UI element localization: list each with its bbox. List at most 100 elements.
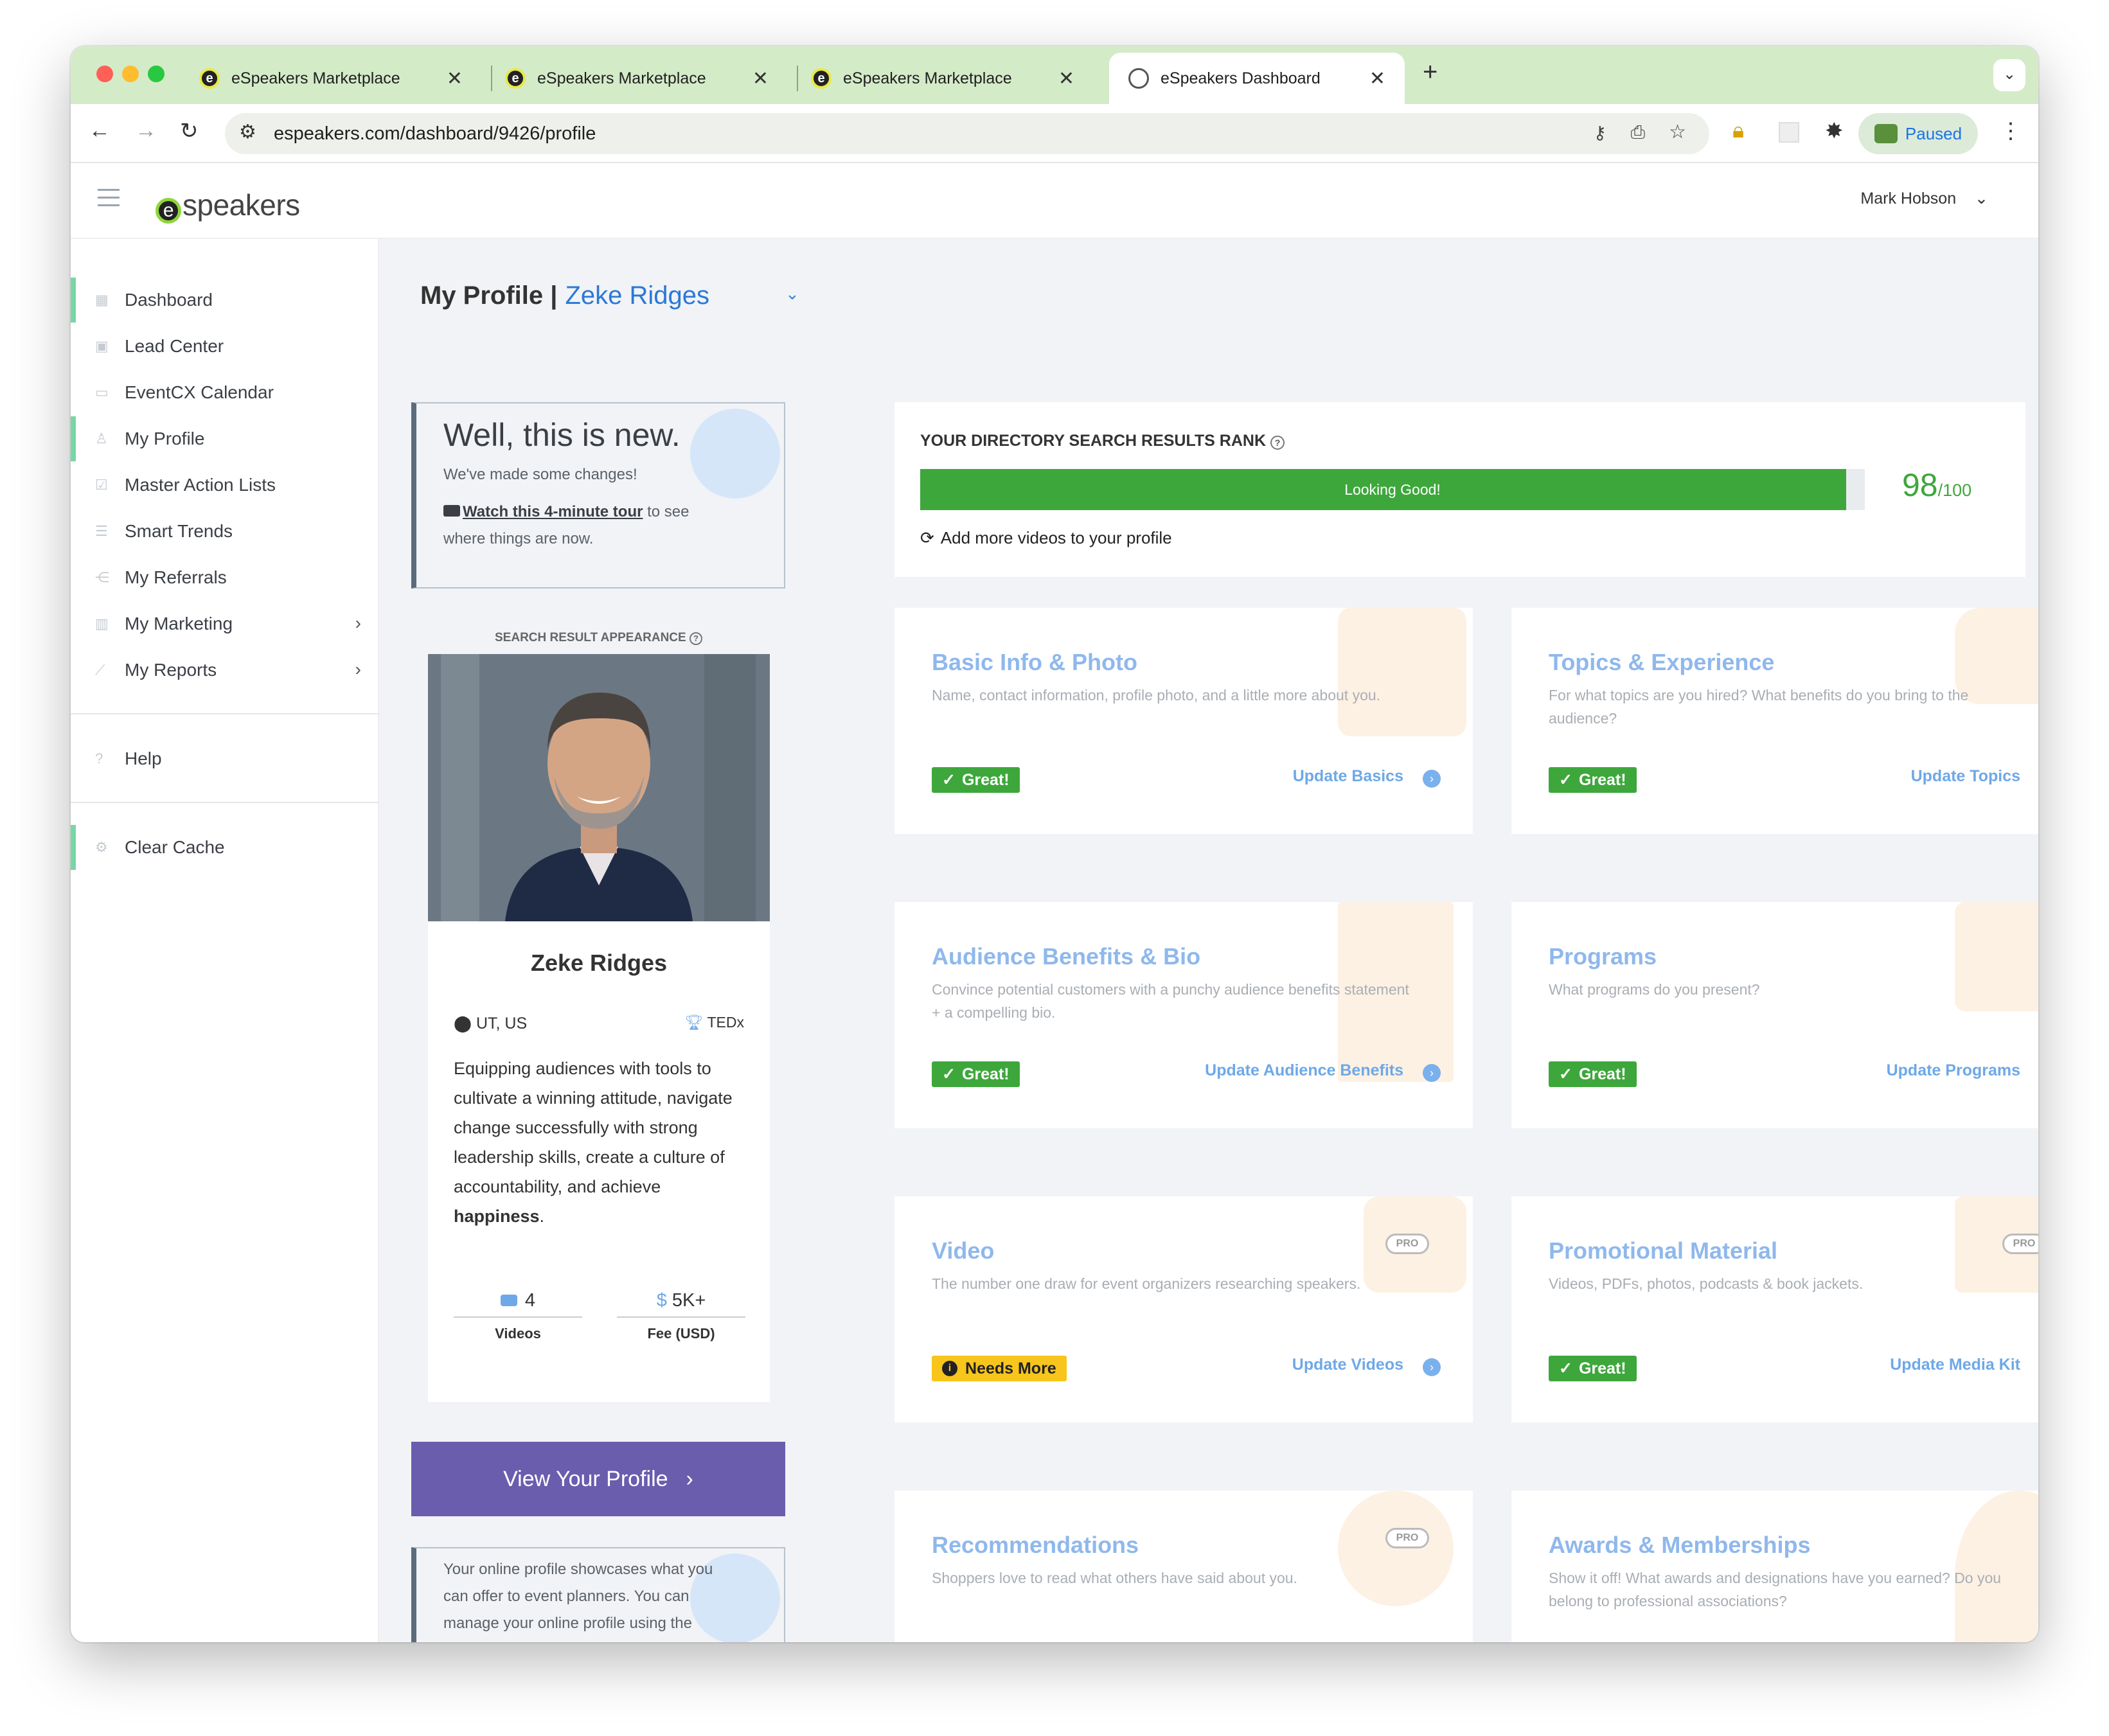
section-update-link[interactable]: Update Topics	[1911, 767, 2020, 786]
section-card-topics-experience[interactable]: Topics & Experience For what topics are …	[1511, 608, 2038, 834]
inbox-icon: ▣	[95, 338, 109, 354]
profile-info-notice: Your online profile showcases what you c…	[411, 1547, 785, 1642]
section-title: Recommendations	[932, 1532, 1139, 1558]
sidebar-item-clear-cache[interactable]: ⚙ Clear Cache	[71, 825, 379, 870]
maximize-window-button[interactable]	[148, 66, 165, 82]
page-title: My Profile | Zeke Ridges	[420, 281, 710, 310]
section-description: Shoppers love to read what others have s…	[932, 1570, 1297, 1586]
section-update-link[interactable]: Update Media Kit	[1890, 1356, 2020, 1374]
sidebar-item-my-referrals[interactable]: ⋲ My Referrals	[71, 555, 379, 600]
sidebar-item-dashboard[interactable]: ▦ Dashboard	[71, 278, 379, 323]
question-icon: ?	[95, 750, 103, 766]
section-card-programs[interactable]: Programs What programs do you present? ✓…	[1511, 902, 2038, 1128]
section-status-badge: ✓ Great!	[932, 767, 1020, 793]
close-tab-icon[interactable]: ✕	[1369, 67, 1385, 90]
section-title: Video	[932, 1237, 995, 1264]
section-update-link[interactable]: Update Programs	[1887, 1061, 2020, 1080]
close-tab-icon[interactable]: ✕	[752, 67, 769, 90]
sidebar: ▦ Dashboard ▣ Lead Center ▭ EventCX Cale…	[71, 239, 379, 1642]
info-circle-icon[interactable]: ?	[689, 632, 702, 645]
profile-selector[interactable]: Zeke Ridges	[565, 281, 709, 310]
address-bar[interactable]: ⚙ espeakers.com/dashboard/9426/profile ⚷…	[225, 113, 1709, 154]
section-description: What programs do you present?	[1549, 981, 1760, 998]
section-card-basic-info-photo[interactable]: Basic Info & Photo Name, contact informa…	[894, 608, 1473, 834]
section-card-recommendations[interactable]: PRO Recommendations Shoppers love to rea…	[894, 1491, 1473, 1642]
user-menu[interactable]: Mark Hobson ⌄	[1860, 189, 1988, 208]
trophy-icon: 🏆︎	[684, 1014, 704, 1031]
close-tab-icon[interactable]: ✕	[1058, 67, 1074, 90]
section-card-audience-benefits-bio[interactable]: Audience Benefits & Bio Convince potenti…	[894, 902, 1473, 1128]
close-tab-icon[interactable]: ✕	[447, 67, 463, 90]
sidebar-item-smart-trends[interactable]: ☰ Smart Trends	[71, 509, 379, 554]
espeakers-logo[interactable]: e speakers	[156, 188, 300, 224]
section-update-link[interactable]: Update Audience Benefits	[1205, 1061, 1403, 1080]
list-icon: ☰	[95, 523, 108, 539]
section-description: Show it off! What awards and designation…	[1549, 1570, 2002, 1609]
section-description: The number one draw for event organizers…	[932, 1275, 1361, 1292]
info-circle-icon[interactable]: ?	[1270, 436, 1285, 450]
share-icon: ⋲	[95, 569, 109, 585]
section-update-link[interactable]: Update Videos	[1292, 1356, 1403, 1374]
forward-arrow-icon[interactable]: →	[135, 118, 157, 143]
tab-dashboard[interactable]: eSpeakers Dashboard ✕	[1109, 53, 1405, 104]
tab-marketplace-1[interactable]: e eSpeakers Marketplace ✕	[180, 53, 482, 104]
tab-search-button[interactable]: ⌄	[1993, 59, 2025, 91]
rank-tip[interactable]: ⟳ Add more videos to your profile	[920, 528, 1172, 548]
sidebar-item-my-reports[interactable]: ⟋ My Reports ›	[71, 648, 379, 693]
espeakers-favicon-icon: e	[811, 68, 832, 89]
chevron-right-icon: ›	[686, 1466, 693, 1491]
speaker-location: ⬤ UT, US	[454, 1014, 528, 1032]
arrow-right-icon[interactable]: ›	[1423, 1064, 1441, 1082]
minimize-window-button[interactable]	[122, 66, 139, 82]
section-card-awards-memberships[interactable]: Awards & Memberships Show it off! What a…	[1511, 1491, 2038, 1642]
sidebar-item-help[interactable]: ? Help	[71, 736, 379, 781]
sidebar-item-master-action-lists[interactable]: ☑ Master Action Lists	[71, 463, 379, 508]
chevron-down-icon[interactable]: ⌄	[785, 284, 799, 304]
sidebar-item-lead-center[interactable]: ▣ Lead Center	[71, 324, 379, 369]
site-settings-icon[interactable]: ⚙	[239, 121, 256, 143]
section-status-badge: i Needs More	[932, 1356, 1067, 1381]
notice-tour-line: Watch this 4-minute tour to see	[443, 499, 690, 526]
bookmark-star-icon[interactable]: ☆	[1669, 121, 1686, 143]
grid-icon: ▦	[95, 292, 109, 308]
profile-paused-button[interactable]: Paused	[1858, 113, 1978, 154]
gear-extension-icon[interactable]: ✸	[1825, 118, 1844, 144]
section-description: Convince potential customers with a punc…	[932, 981, 1409, 1021]
videos-stat: 4 Videos	[454, 1290, 582, 1342]
tour-link[interactable]: Watch this 4-minute tour	[463, 503, 643, 520]
section-title: Awards & Memberships	[1549, 1532, 1811, 1558]
section-status-badge: ✓ Great!	[1549, 1061, 1637, 1087]
install-app-icon[interactable]: ⎙	[1631, 122, 1645, 143]
lock-extension-icon[interactable]: 🔒︎	[1732, 118, 1744, 143]
rank-label: YOUR DIRECTORY SEARCH RESULTS RANK ?	[920, 432, 1285, 450]
arrow-right-icon[interactable]: ›	[1423, 1358, 1441, 1376]
tab-marketplace-2[interactable]: e eSpeakers Marketplace ✕	[486, 53, 788, 104]
main-content: My Profile | Zeke Ridges ⌄ Well, this is …	[379, 239, 2038, 1642]
section-title: Topics & Experience	[1549, 649, 1775, 675]
calendar-icon: ▭	[95, 384, 109, 400]
back-arrow-icon[interactable]: ←	[89, 118, 111, 143]
section-card-promotional-material[interactable]: PRO Promotional Material Videos, PDFs, p…	[1511, 1196, 2038, 1422]
whats-new-notice: Well, this is new. We've made some chang…	[411, 402, 785, 589]
tab-marketplace-3[interactable]: e eSpeakers Marketplace ✕	[792, 53, 1094, 104]
video-icon	[500, 1295, 517, 1306]
search-result-label: SEARCH RESULT APPEARANCE ?	[495, 631, 702, 645]
reload-icon[interactable]: ↻	[180, 118, 199, 144]
new-tab-button[interactable]: +	[1423, 58, 1437, 87]
password-key-icon[interactable]: ⚷	[1593, 122, 1606, 143]
arrow-right-icon[interactable]: ›	[1423, 770, 1441, 788]
sidebar-item-my-marketing[interactable]: ▥ My Marketing ›	[71, 601, 379, 646]
extension-placeholder-icon[interactable]	[1779, 122, 1799, 143]
map-pin-icon: ⬤	[454, 1014, 472, 1032]
sidebar-item-my-profile[interactable]: ♙ My Profile	[71, 416, 379, 461]
hamburger-menu-icon[interactable]	[98, 189, 120, 212]
section-card-video[interactable]: PRO Video The number one draw for event …	[894, 1196, 1473, 1422]
browser-menu-icon[interactable]: ⋮	[2000, 118, 2022, 144]
tab-strip: e eSpeakers Marketplace ✕ e eSpeakers Ma…	[71, 46, 2038, 104]
sidebar-item-eventcx-calendar[interactable]: ▭ EventCX Calendar	[71, 370, 379, 415]
section-update-link[interactable]: Update Basics	[1293, 767, 1403, 786]
view-profile-button[interactable]: View Your Profile ›	[411, 1442, 785, 1516]
chevron-right-icon: ›	[355, 659, 361, 679]
section-illustration-icon	[1338, 608, 1466, 736]
close-window-button[interactable]	[96, 66, 113, 82]
